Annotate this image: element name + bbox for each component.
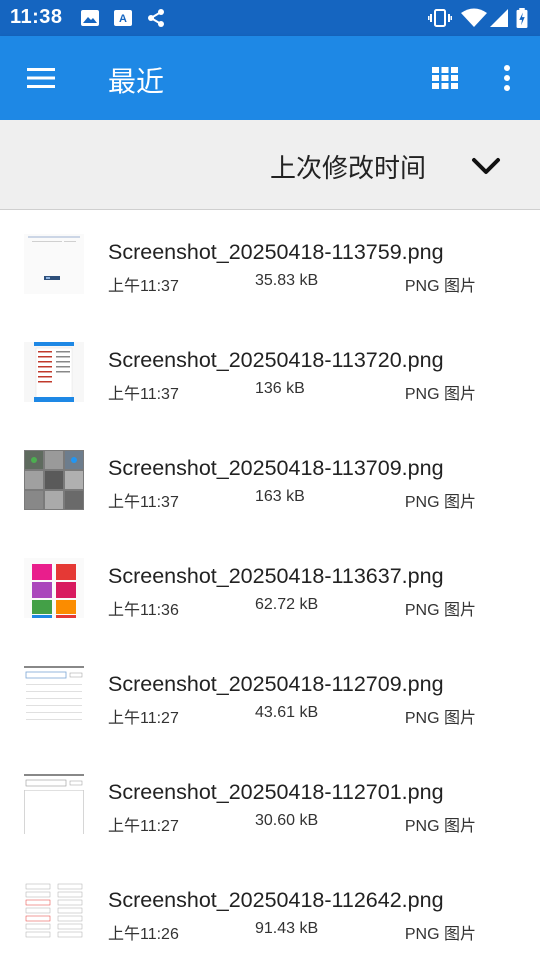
app-bar: 最近 xyxy=(0,36,540,120)
file-time: 上午11:37 xyxy=(108,494,179,511)
file-thumbnail-icon xyxy=(24,666,84,726)
font-icon: A xyxy=(114,10,132,26)
vibrate-icon xyxy=(428,9,452,27)
file-time: 上午11:37 xyxy=(108,278,179,295)
file-size: 163 kB xyxy=(255,488,305,505)
file-time: 上午11:26 xyxy=(108,926,179,943)
file-type: PNG 图片 xyxy=(404,386,476,403)
chevron-down-icon[interactable] xyxy=(466,146,506,186)
file-thumbnail-icon xyxy=(24,774,84,834)
svg-text:A: A xyxy=(119,13,127,25)
file-name: Screenshot_20250418-113709.png xyxy=(108,456,444,480)
file-name: Screenshot_20250418-113720.png xyxy=(108,348,444,372)
list-item[interactable]: Screenshot_20250418-113637.png 上午11:36 6… xyxy=(0,534,540,642)
file-name: Screenshot_20250418-113637.png xyxy=(108,564,444,588)
file-type: PNG 图片 xyxy=(404,278,476,295)
file-type: PNG 图片 xyxy=(404,602,476,619)
file-thumbnail-icon xyxy=(24,342,84,402)
file-time: 上午11:37 xyxy=(108,386,179,403)
file-thumbnail-icon xyxy=(24,450,84,510)
file-name: Screenshot_20250418-113759.png xyxy=(108,240,444,264)
image-icon xyxy=(81,10,99,26)
file-size: 43.61 kB xyxy=(255,704,319,721)
file-time: 上午11:36 xyxy=(108,602,179,619)
file-time: 上午11:27 xyxy=(108,710,179,727)
list-item[interactable]: Screenshot_20250418-112709.png 上午11:27 4… xyxy=(0,642,540,750)
status-bar: 11:38 A xyxy=(0,0,540,36)
file-type: PNG 图片 xyxy=(404,818,476,835)
file-name: Screenshot_20250418-112642.png xyxy=(108,888,444,912)
sort-label[interactable]: 上次修改时间 xyxy=(270,148,426,185)
file-type: PNG 图片 xyxy=(404,494,476,511)
file-size: 35.83 kB xyxy=(255,272,319,289)
file-time: 上午11:27 xyxy=(108,818,179,835)
more-options-icon[interactable] xyxy=(492,58,522,98)
list-item[interactable]: Screenshot_20250418-113709.png 上午11:37 1… xyxy=(0,426,540,534)
status-time: 11:38 xyxy=(10,6,63,28)
file-size: 62.72 kB xyxy=(255,596,319,613)
menu-icon[interactable] xyxy=(20,58,60,98)
page-title: 最近 xyxy=(108,66,165,97)
file-thumbnail-icon xyxy=(24,882,84,942)
file-thumbnail-icon xyxy=(24,234,84,294)
sort-bar[interactable]: 上次修改时间 xyxy=(0,120,540,210)
file-size: 136 kB xyxy=(255,380,305,397)
file-type: PNG 图片 xyxy=(404,710,476,727)
list-item[interactable]: Screenshot_20250418-113759.png 上午11:37 3… xyxy=(0,210,540,318)
signal-icon xyxy=(490,9,508,27)
grid-view-icon[interactable] xyxy=(424,58,466,98)
list-item[interactable]: Screenshot_20250418-112701.png 上午11:27 3… xyxy=(0,750,540,858)
file-name: Screenshot_20250418-112709.png xyxy=(108,672,444,696)
list-item[interactable]: Screenshot_20250418-113720.png 上午11:37 1… xyxy=(0,318,540,426)
list-item[interactable]: Screenshot_20250418-112642.png 上午11:26 9… xyxy=(0,858,540,966)
file-thumbnail-icon xyxy=(24,558,84,618)
file-type: PNG 图片 xyxy=(404,926,476,943)
wifi-icon xyxy=(461,8,487,27)
share-icon xyxy=(148,9,164,27)
file-size: 91.43 kB xyxy=(255,920,319,937)
battery-charging-icon xyxy=(516,8,528,28)
file-size: 30.60 kB xyxy=(255,812,319,829)
file-name: Screenshot_20250418-112701.png xyxy=(108,780,444,804)
